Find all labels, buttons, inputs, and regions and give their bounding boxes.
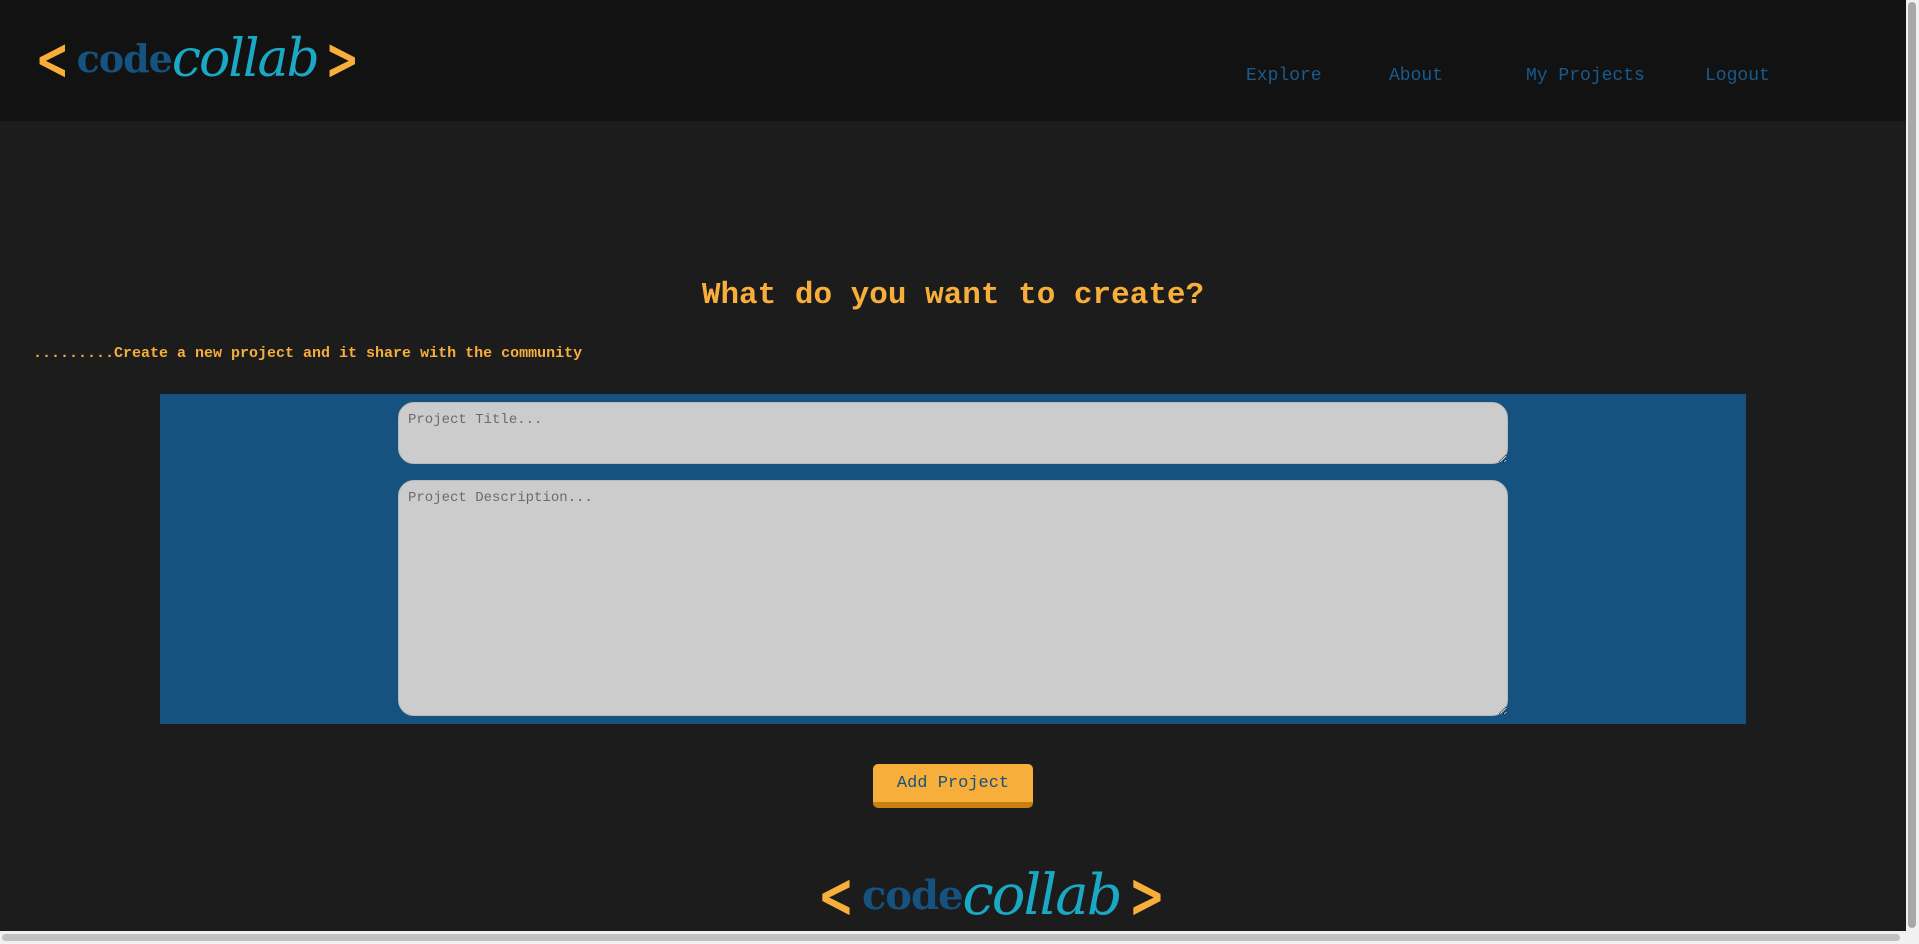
logo-bracket-open: < [35, 25, 70, 93]
nav-link-my-projects[interactable]: My Projects [1526, 66, 1645, 86]
page-heading: What do you want to create? [701, 278, 1205, 313]
page-viewport: < code collab > Explore About My Project… [0, 0, 1906, 931]
logo-word-collab: collab [171, 29, 320, 89]
vertical-scrollbar[interactable] [1906, 0, 1919, 944]
footer-logo-word-collab: collab [962, 863, 1122, 928]
new-project-form [160, 394, 1746, 724]
add-project-button[interactable]: Add Project [873, 764, 1033, 808]
main-nav: Explore About My Projects Logout [1246, 66, 1906, 90]
horizontal-scrollbar-thumb[interactable] [2, 934, 1900, 941]
page-subtitle: .........Create a new project and it sha… [33, 345, 583, 362]
logo-bracket-close: > [325, 25, 360, 93]
site-header: < code collab > Explore About My Project… [0, 0, 1906, 121]
vertical-scrollbar-thumb[interactable] [1908, 2, 1916, 928]
header-logo[interactable]: < code collab > [28, 24, 366, 94]
footer-logo-bracket-close: > [1128, 859, 1165, 931]
footer-logo-bracket-open: < [817, 859, 855, 931]
logo-word-code: code [76, 36, 173, 81]
horizontal-scrollbar[interactable] [0, 931, 1906, 944]
nav-link-explore[interactable]: Explore [1246, 66, 1322, 86]
nav-link-about[interactable]: About [1389, 66, 1443, 86]
project-title-input[interactable] [398, 402, 1508, 464]
project-description-input[interactable] [398, 480, 1508, 716]
nav-link-logout[interactable]: Logout [1705, 66, 1770, 86]
footer-logo: < code collab > [810, 858, 1173, 931]
footer-logo-word-code: code [861, 872, 963, 919]
